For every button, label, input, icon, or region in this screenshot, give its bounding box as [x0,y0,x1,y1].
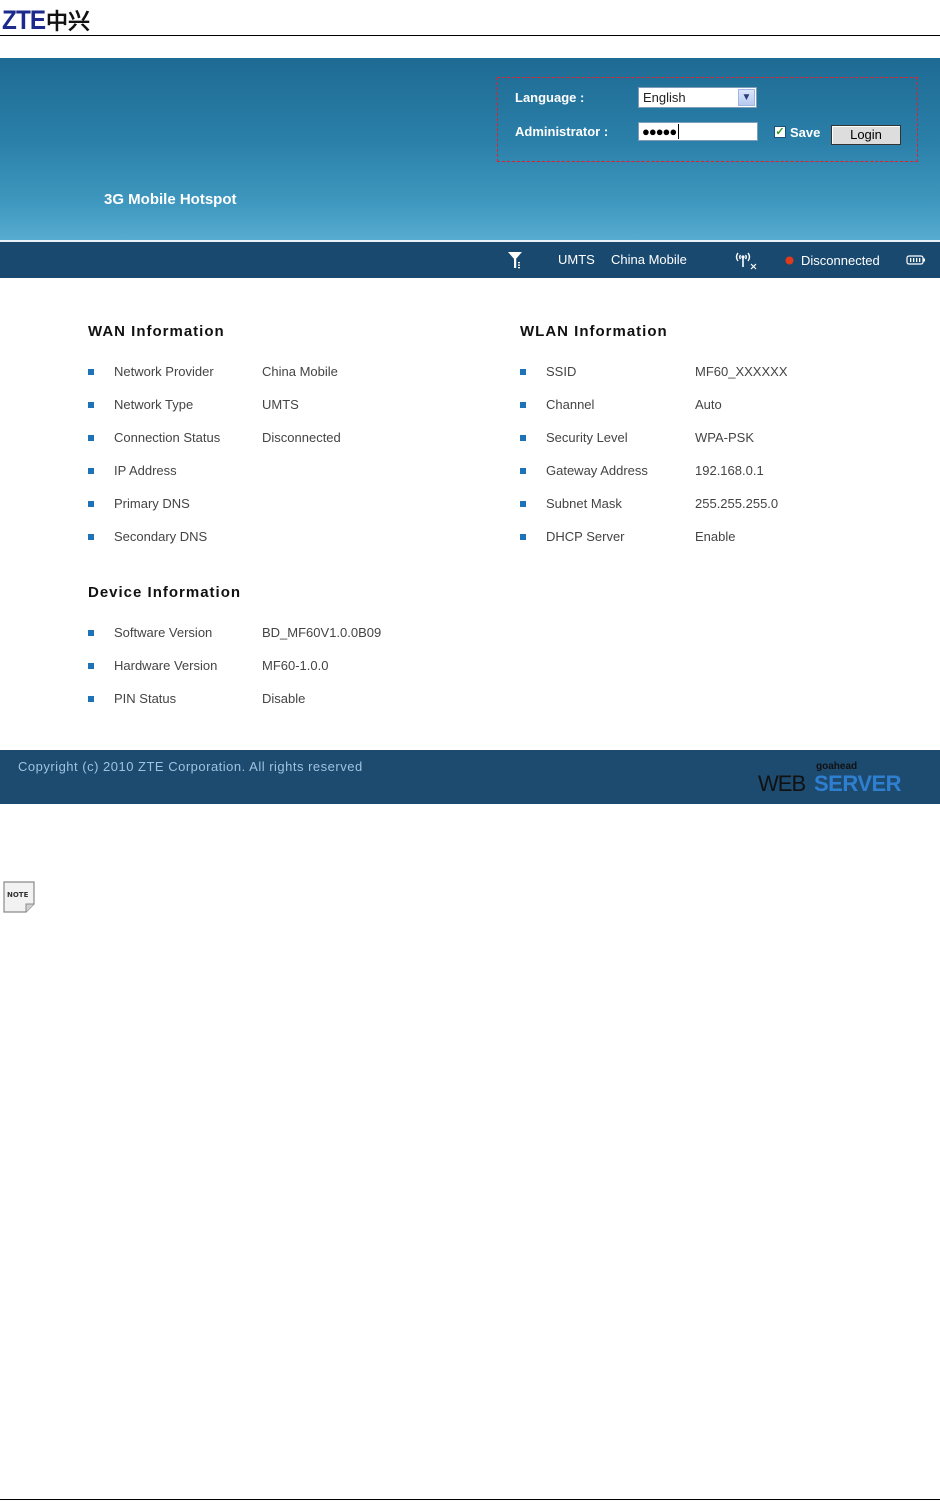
bullet-icon [520,369,526,375]
row-value: Disconnected [262,430,341,445]
login-button[interactable]: Login [831,125,901,145]
row-value: WPA-PSK [695,430,754,445]
bullet-icon [88,501,94,507]
webserver-logo-web: WEB [758,771,806,796]
row-label: Security Level [546,430,628,445]
webserver-logo-server: SERVER [814,771,902,796]
row-label: Primary DNS [114,496,190,511]
bullet-icon [88,468,94,474]
bullet-icon [88,663,94,669]
footer: Copyright (c) 2010 ZTE Corporation. All … [0,750,940,804]
header-rule [0,35,940,36]
save-label: Save [790,125,821,140]
wlan-row-security-level: Security Level WPA-PSK [520,430,850,446]
row-value: China Mobile [262,364,338,379]
row-label: SSID [546,364,577,379]
banner: Language : English ▼ Administrator : ●●●… [0,58,940,240]
device-row-hardware-version: Hardware Version MF60-1.0.0 [88,658,418,674]
wlan-row-gateway-address: Gateway Address 192.168.0.1 [520,463,850,479]
device-row-software-version: Software Version BD_MF60V1.0.0B09 [88,625,418,641]
bullet-icon [88,435,94,441]
provider-status: China Mobile [611,252,687,267]
language-value: English [643,90,686,105]
wlan-row-subnet-mask: Subnet Mask 255.255.255.0 [520,496,850,512]
battery-icon [906,255,925,265]
row-value: BD_MF60V1.0.0B09 [262,625,382,640]
webserver-logo: goahead WEB SERVER [758,761,923,796]
bullet-icon [520,468,526,474]
row-value: Auto [695,397,722,412]
wifi-disconnected-icon [735,252,757,270]
status-bar: UMTS China Mobile Disconnected [0,242,940,278]
logo-latin: ZTE [2,4,46,35]
bullet-icon [88,696,94,702]
router-web-ui: Language : English ▼ Administrator : ●●●… [0,58,940,804]
device-row-pin-status: PIN Status Disable [88,691,418,707]
row-value: 192.168.0.1 [695,463,764,478]
bullet-icon [520,435,526,441]
row-value: MF60_XXXXXX [695,364,788,379]
language-select[interactable]: English ▼ [638,87,757,108]
bullet-icon [520,501,526,507]
wan-row-secondary-dns: Secondary DNS [88,529,418,545]
signal-antenna-icon [508,252,522,269]
bullet-icon [88,369,94,375]
note-label: NOTE [7,891,29,899]
footer-rule [0,1499,940,1500]
row-value: UMTS [262,397,299,412]
row-label: Connection Status [114,430,221,445]
network-type-status: UMTS [558,252,595,267]
row-value: Enable [695,529,736,544]
wan-row-primary-dns: Primary DNS [88,496,418,512]
device-section-title: Device Information [88,584,242,601]
wan-row-connection-status: Connection Status Disconnected [88,430,418,446]
row-label: Channel [546,397,595,412]
wlan-section-title: WLAN Information [520,323,668,340]
bullet-icon [520,534,526,540]
wan-section-title: WAN Information [88,323,225,340]
bullet-icon [88,534,94,540]
product-title: 3G Mobile Hotspot [104,191,237,208]
row-label: Hardware Version [114,658,218,673]
row-value: 255.255.255.0 [695,496,779,511]
row-label: Gateway Address [546,463,648,478]
note-icon: NOTE [3,881,35,913]
status-dot-icon [785,256,794,265]
row-label: Software Version [114,625,213,640]
password-mask: ●●●●● [642,124,677,139]
language-label: Language : [515,90,585,105]
wlan-row-dhcp-server: DHCP Server Enable [520,529,850,545]
row-value: Disable [262,691,306,706]
password-field[interactable]: ●●●●● [638,122,758,141]
connection-status: Disconnected [801,253,880,268]
chevron-down-icon[interactable]: ▼ [738,89,755,106]
bullet-icon [520,402,526,408]
copyright-text: Copyright (c) 2010 ZTE Corporation. All … [18,759,363,774]
row-label: DHCP Server [546,529,625,544]
row-label: PIN Status [114,691,177,706]
wan-row-ip-address: IP Address [88,463,418,479]
save-checkbox[interactable]: ✓ [774,126,786,138]
wan-row-network-provider: Network Provider China Mobile [88,364,418,380]
row-label: Network Type [114,397,194,412]
zte-logo: ZTE 中兴 [2,4,91,36]
wan-row-network-type: Network Type UMTS [88,397,418,413]
row-label: Secondary DNS [114,529,208,544]
row-label: Subnet Mask [546,496,622,511]
bullet-icon [88,630,94,636]
login-panel: Language : English ▼ Administrator : ●●●… [497,77,918,162]
wlan-row-channel: Channel Auto [520,397,850,413]
wlan-row-ssid: SSID MF60_XXXXXX [520,364,850,380]
row-label: Network Provider [114,364,214,379]
row-label: IP Address [114,463,177,478]
administrator-label: Administrator : [515,124,609,139]
row-value: MF60-1.0.0 [262,658,329,673]
logo-chinese: 中兴 [46,10,91,35]
bullet-icon [88,402,94,408]
